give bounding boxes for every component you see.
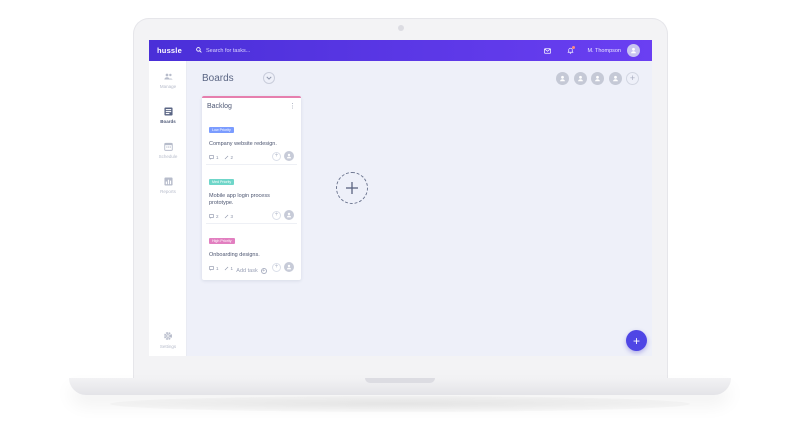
sidebar: Manage Boards Schedule Reports Settings: [149, 61, 187, 356]
sidebar-item-label: Manage: [159, 84, 177, 89]
sidebar-item-label: Schedule: [158, 154, 178, 159]
sidebar-item-manage[interactable]: Manage: [149, 71, 187, 89]
kebab-menu-icon[interactable]: ⋮: [289, 103, 296, 110]
task-card[interactable]: Med Priority Mobile app login process pr…: [206, 167, 297, 224]
floating-add-button[interactable]: +: [626, 330, 647, 351]
task-card[interactable]: Low Priority Company website redesign. 1…: [206, 115, 297, 165]
comment-icon: [209, 214, 214, 219]
gear-icon: [163, 331, 173, 341]
sidebar-item-boards[interactable]: Boards: [149, 106, 187, 124]
user-icon: [577, 75, 583, 82]
sidebar-item-settings[interactable]: Settings: [149, 331, 187, 349]
plus-icon: [346, 182, 358, 194]
add-assignee-button[interactable]: +: [272, 210, 281, 220]
camera-dot: [398, 25, 404, 31]
assignee-avatar[interactable]: [284, 210, 294, 220]
user-avatar[interactable]: [627, 44, 640, 57]
comment-count: 2: [209, 214, 219, 219]
search-icon: [196, 46, 202, 55]
add-task-label: Add task: [236, 268, 258, 274]
people-icon: [163, 71, 173, 81]
boards-icon: [163, 106, 173, 116]
notification-dot: [572, 45, 576, 49]
member-avatar[interactable]: [556, 72, 569, 85]
user-name[interactable]: M. Thompson: [587, 48, 621, 54]
comment-count: 1: [209, 155, 219, 160]
chart-icon: [163, 176, 173, 186]
card-actions: +: [272, 151, 294, 161]
sidebar-item-label: Boards: [160, 119, 176, 124]
sidebar-item-reports[interactable]: Reports: [149, 176, 187, 194]
laptop-shadow: [110, 396, 690, 412]
user-icon: [560, 75, 565, 82]
user-icon: [595, 75, 600, 82]
add-assignee-button[interactable]: +: [272, 151, 281, 161]
card-actions: +: [272, 210, 294, 220]
add-task-button[interactable]: Add task +: [202, 268, 301, 274]
column-title: Backlog: [207, 103, 232, 110]
user-icon: [631, 47, 636, 54]
column-header: Backlog ⋮: [202, 98, 301, 113]
user-icon: [286, 212, 292, 218]
board-column: Backlog ⋮ Low Priority Company website r…: [202, 96, 301, 280]
attachment-count: 3: [224, 214, 233, 219]
topbar-right: M. Thompson: [541, 44, 652, 57]
member-avatar[interactable]: [608, 72, 622, 85]
sidebar-item-label: Settings: [159, 344, 177, 349]
sidebar-item-label: Reports: [160, 189, 176, 194]
task-title: Company website redesign.: [209, 141, 277, 147]
paperclip-icon: [224, 155, 228, 160]
user-icon: [612, 75, 618, 82]
mail-icon[interactable]: [541, 45, 553, 57]
laptop-notch: [365, 378, 435, 383]
attachment-count: 2: [224, 155, 233, 160]
member-avatar[interactable]: [591, 72, 604, 85]
calendar-icon: [163, 141, 173, 151]
search-box[interactable]: Search for tasks...: [196, 46, 250, 55]
add-board-button[interactable]: [336, 172, 368, 204]
sidebar-item-schedule[interactable]: Schedule: [149, 141, 187, 159]
comment-icon: [209, 155, 214, 160]
search-input[interactable]: Search for tasks...: [206, 48, 250, 54]
top-bar: hussle Search for tasks... M. Thompson: [149, 40, 652, 61]
task-title: Onboarding designs.: [209, 252, 260, 258]
member-avatar[interactable]: [573, 72, 587, 85]
brand-logo[interactable]: hussle: [149, 46, 191, 55]
priority-tag: Low Priority: [209, 127, 234, 133]
bell-icon[interactable]: [564, 45, 576, 57]
user-icon: [286, 153, 292, 159]
task-title: Mobile app login process prototype.: [209, 193, 270, 206]
app-screen: hussle Search for tasks... M. Thompson M…: [149, 40, 652, 356]
page-title: Boards: [202, 73, 234, 84]
assignee-avatar[interactable]: [284, 151, 294, 161]
priority-tag: High Priority: [209, 238, 235, 244]
board-members: +: [556, 72, 639, 85]
plus-circle-icon: +: [260, 267, 267, 274]
chevron-down-icon[interactable]: [263, 72, 275, 84]
add-member-button[interactable]: +: [626, 72, 639, 85]
priority-tag: Med Priority: [209, 179, 235, 185]
paperclip-icon: [224, 214, 228, 219]
